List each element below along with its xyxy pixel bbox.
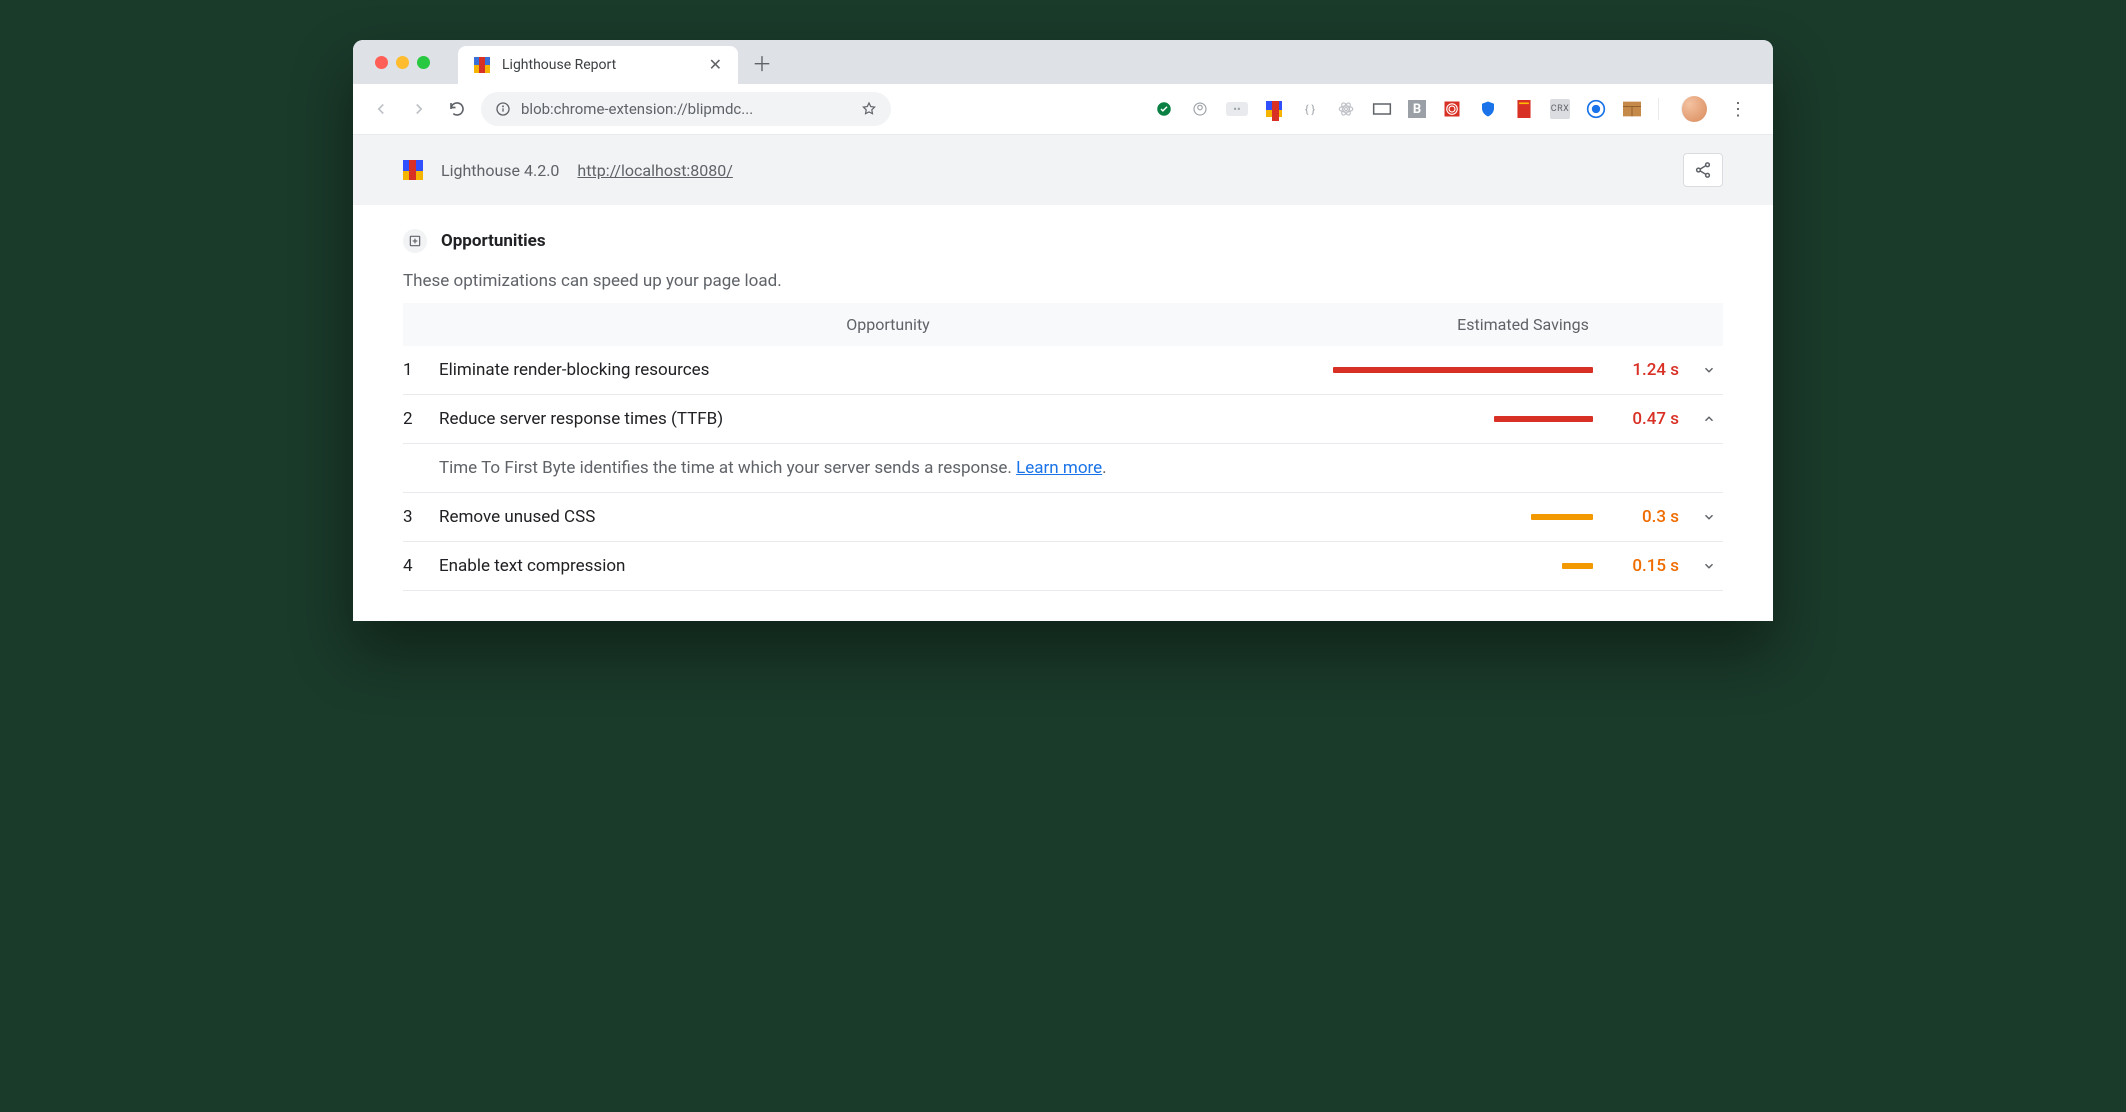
- column-savings: Estimated Savings: [1323, 315, 1723, 334]
- extension-icon[interactable]: [1336, 99, 1356, 119]
- extension-icon[interactable]: [1264, 99, 1284, 119]
- savings-bar-wrap: [1333, 514, 1593, 520]
- opportunity-row[interactable]: 1 Eliminate render-blocking resources 1.…: [403, 346, 1723, 395]
- extension-icon[interactable]: ••: [1226, 102, 1248, 116]
- opportunity-row[interactable]: 3 Remove unused CSS 0.3 s: [403, 493, 1723, 542]
- extension-icon[interactable]: B: [1408, 100, 1426, 118]
- savings-time: 0.47 s: [1609, 409, 1679, 429]
- opportunity-detail: Time To First Byte identifies the time a…: [403, 444, 1723, 493]
- extension-icon[interactable]: [1622, 99, 1642, 119]
- opportunity-row[interactable]: 4 Enable text compression 0.15 s: [403, 542, 1723, 591]
- section-subtitle: These optimizations can speed up your pa…: [403, 271, 1723, 291]
- savings-bar-wrap: [1333, 367, 1593, 373]
- savings-bar: [1494, 416, 1593, 422]
- extension-icon[interactable]: [1190, 99, 1210, 119]
- back-button[interactable]: [367, 95, 395, 123]
- learn-more-link[interactable]: Learn more: [1016, 458, 1102, 478]
- close-tab-button[interactable]: ✕: [709, 57, 722, 73]
- share-icon: [1694, 161, 1712, 179]
- report-content: Opportunities These optimizations can sp…: [353, 205, 1773, 621]
- chevron-up-icon[interactable]: [1695, 412, 1723, 426]
- report-header: Lighthouse 4.2.0 http://localhost:8080/: [353, 135, 1773, 205]
- extension-icon[interactable]: { }: [1300, 99, 1320, 119]
- savings-bar: [1531, 514, 1593, 520]
- chevron-down-icon[interactable]: [1695, 559, 1723, 573]
- opportunity-row[interactable]: 2 Reduce server response times (TTFB) 0.…: [403, 395, 1723, 444]
- profile-avatar[interactable]: [1681, 96, 1707, 122]
- separator: [1658, 98, 1659, 120]
- browser-window: Lighthouse Report ✕ ＋ blob:chrome-extens…: [353, 40, 1773, 621]
- opportunity-name: Remove unused CSS: [439, 507, 1317, 527]
- browser-menu-button[interactable]: ⋮: [1723, 99, 1753, 120]
- extension-icon[interactable]: [1372, 99, 1392, 119]
- extension-icon[interactable]: [1442, 99, 1462, 119]
- maximize-window-button[interactable]: [417, 56, 430, 69]
- opportunity-index: 2: [403, 409, 423, 429]
- opportunity-name: Eliminate render-blocking resources: [439, 360, 1317, 380]
- extension-icon[interactable]: [1586, 99, 1606, 119]
- browser-tab[interactable]: Lighthouse Report ✕: [458, 46, 738, 84]
- lighthouse-logo-icon: [403, 160, 423, 180]
- opportunity-name: Reduce server response times (TTFB): [439, 409, 1317, 429]
- extension-icon[interactable]: [1514, 99, 1534, 119]
- extension-icon[interactable]: [1478, 99, 1498, 119]
- table-header: Opportunity Estimated Savings: [403, 303, 1723, 346]
- browser-toolbar: blob:chrome-extension://blipmdc... •• { …: [353, 84, 1773, 135]
- extension-icon[interactable]: CRX: [1550, 99, 1570, 119]
- close-window-button[interactable]: [375, 56, 388, 69]
- opportunities-icon: [403, 229, 427, 253]
- chevron-down-icon[interactable]: [1695, 510, 1723, 524]
- section-title: Opportunities: [441, 231, 546, 251]
- lighthouse-version: Lighthouse 4.2.0: [441, 161, 559, 180]
- section-header: Opportunities: [403, 229, 1723, 253]
- address-bar[interactable]: blob:chrome-extension://blipmdc...: [481, 92, 891, 126]
- opportunity-name: Enable text compression: [439, 556, 1317, 576]
- tab-strip: Lighthouse Report ✕ ＋: [353, 40, 1773, 84]
- savings-time: 1.24 s: [1609, 360, 1679, 380]
- new-tab-button[interactable]: ＋: [752, 48, 772, 77]
- minimize-window-button[interactable]: [396, 56, 409, 69]
- opportunity-index: 3: [403, 507, 423, 527]
- url-text: blob:chrome-extension://blipmdc...: [521, 100, 851, 118]
- savings-bar: [1562, 563, 1593, 569]
- info-icon: [495, 101, 511, 117]
- savings-time: 0.15 s: [1609, 556, 1679, 576]
- opportunity-index: 4: [403, 556, 423, 576]
- extension-icon[interactable]: [1154, 99, 1174, 119]
- savings-bar: [1333, 367, 1593, 373]
- tab-title: Lighthouse Report: [502, 57, 697, 73]
- star-icon[interactable]: [861, 101, 877, 117]
- tested-url-link[interactable]: http://localhost:8080/: [577, 161, 732, 180]
- column-opportunity: Opportunity: [403, 315, 1323, 334]
- share-button[interactable]: [1683, 153, 1723, 187]
- opportunity-index: 1: [403, 360, 423, 380]
- opportunities-list: 1 Eliminate render-blocking resources 1.…: [403, 346, 1723, 591]
- lighthouse-favicon-icon: [474, 57, 490, 73]
- reload-button[interactable]: [443, 95, 471, 123]
- extensions-row: •• { } B CRX ⋮: [1154, 96, 1759, 122]
- savings-time: 0.3 s: [1609, 507, 1679, 527]
- forward-button[interactable]: [405, 95, 433, 123]
- savings-bar-wrap: [1333, 416, 1593, 422]
- window-controls: [365, 56, 440, 69]
- chevron-down-icon[interactable]: [1695, 363, 1723, 377]
- savings-bar-wrap: [1333, 563, 1593, 569]
